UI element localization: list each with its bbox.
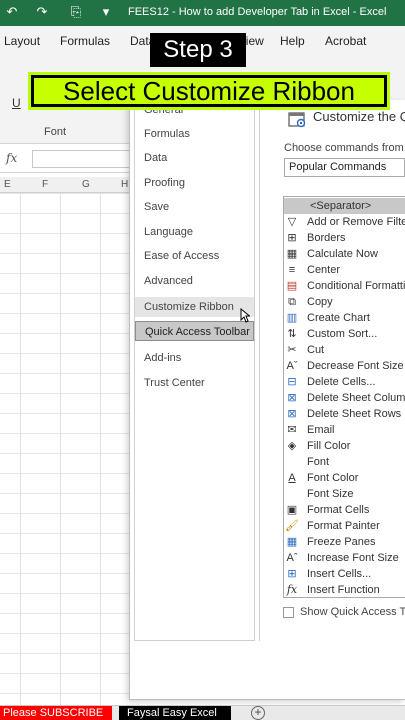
list-item[interactable]: 🖌 Format Painter	[284, 518, 405, 534]
decrease-font-icon: Aˇ	[286, 360, 298, 372]
freeze-panes-icon: ▦	[286, 536, 298, 548]
list-item[interactable]: ▦ Calculate Now	[284, 246, 405, 262]
tab-help[interactable]: Help	[280, 34, 305, 48]
undo-icon[interactable]: ↶	[4, 4, 20, 20]
list-item[interactable]: ▣ Format Cells	[284, 502, 405, 518]
sheet-tab-faysal[interactable]: Faysal Easy Excel	[119, 706, 231, 720]
list-item[interactable]: <Separator>	[284, 198, 405, 214]
list-item[interactable]: Font Size	[284, 486, 405, 502]
customize-qat-panel-icon	[288, 112, 306, 128]
tab-acrobat[interactable]: Acrobat	[325, 34, 366, 48]
list-item[interactable]: ◈ Fill Color	[284, 438, 405, 454]
instruction-text: Select Customize Ribbon	[34, 78, 384, 104]
formula-bar: fx	[0, 145, 130, 173]
nav-advanced[interactable]: Advanced	[135, 271, 254, 291]
align-center-icon: ≡	[288, 264, 296, 276]
function-icon: fx	[286, 583, 298, 596]
options-nav: General Formulas Data Proofing Save Lang…	[134, 100, 255, 641]
list-item[interactable]: ⧉ Copy	[284, 294, 405, 310]
list-item[interactable]: Font	[284, 454, 405, 470]
tab-layout[interactable]: Layout	[4, 34, 40, 48]
scissors-icon: ✂	[287, 344, 297, 356]
column-header[interactable]: G	[82, 179, 90, 190]
form-icon[interactable]: ⎘	[68, 4, 84, 20]
instruction-banner: Select Customize Ribbon	[28, 72, 390, 110]
column-header[interactable]: E	[4, 179, 11, 190]
nav-quick-access-toolbar[interactable]: Quick Access Toolbar	[135, 321, 254, 341]
list-item[interactable]: ⊟ Delete Cells...	[284, 374, 405, 390]
list-item[interactable]: ▽Add or Remove Filters	[284, 214, 405, 230]
nav-formulas[interactable]: Formulas	[135, 124, 254, 144]
customize-qat-icon[interactable]: ▾	[98, 4, 114, 20]
sheet-tab-subscribe[interactable]: Please SUBSCRIBE	[0, 706, 112, 720]
format-cells-icon: ▣	[286, 504, 298, 516]
redo-icon[interactable]: ↷	[34, 4, 50, 20]
list-item[interactable]: ✂ Cut	[284, 342, 405, 358]
font-group-label: Font	[44, 126, 67, 138]
list-item[interactable]: ⊠Delete Sheet Columns	[284, 390, 405, 406]
list-item[interactable]: ⊞ Insert Cells...	[284, 566, 405, 582]
delete-columns-icon: ⊠	[287, 392, 297, 404]
list-item[interactable]: ⇅ Custom Sort...	[284, 326, 405, 342]
list-item[interactable]: ✉ Email	[284, 422, 405, 438]
list-item[interactable]: A Font Color	[284, 470, 405, 486]
worksheet-grid[interactable]	[0, 193, 130, 705]
conditional-format-icon: ▤	[286, 280, 298, 292]
nav-proofing[interactable]: Proofing	[135, 173, 254, 193]
format-painter-icon: 🖌	[285, 520, 299, 532]
commands-list[interactable]: <Separator> ▽Add or Remove Filters ⊞Bord…	[283, 196, 405, 598]
nav-language[interactable]: Language	[135, 222, 254, 242]
delete-cells-icon: ⊟	[287, 376, 297, 388]
copy-icon: ⧉	[288, 296, 296, 308]
list-item[interactable]: ≡ Center	[284, 262, 405, 278]
formula-input[interactable]	[32, 150, 130, 168]
list-item[interactable]: ▦ Freeze Panes	[284, 534, 405, 550]
nav-ease-of-access[interactable]: Ease of Access	[135, 246, 254, 266]
chart-icon: ▥	[286, 312, 298, 324]
show-qat-checkbox[interactable]	[283, 607, 294, 618]
borders-icon: ⊞	[287, 232, 297, 244]
title-bar: ↶ ↷ ⎘ ▾ FEES12 - How to add Developer Ta…	[0, 0, 405, 26]
screen: ↶ ↷ ⎘ ▾ FEES12 - How to add Developer Ta…	[0, 0, 405, 720]
choose-commands-select[interactable]: Popular Commands	[284, 158, 405, 177]
mouse-cursor-icon	[240, 308, 250, 323]
nav-trust-center[interactable]: Trust Center	[135, 373, 254, 393]
add-sheet-button[interactable]: +	[251, 706, 265, 720]
window-title: FEES12 - How to add Developer Tab in Exc…	[128, 6, 387, 18]
list-item[interactable]: Aˆ Increase Font Size	[284, 550, 405, 566]
column-headers: E F G H	[0, 177, 130, 193]
list-item[interactable]: ▥ Create Chart	[284, 310, 405, 326]
column-header[interactable]: H	[121, 179, 128, 190]
delete-rows-icon: ⊠	[287, 408, 297, 420]
nav-save[interactable]: Save	[135, 197, 254, 217]
insert-cells-icon: ⊞	[287, 568, 297, 580]
sort-icon: ⇅	[287, 328, 297, 340]
increase-font-icon: Aˆ	[286, 552, 298, 564]
choose-commands-label: Choose commands from:	[284, 142, 405, 154]
calculator-icon: ▦	[286, 248, 298, 260]
step-label: Step 3	[150, 33, 246, 67]
underline-button[interactable]: U	[12, 96, 21, 110]
column-header[interactable]: F	[42, 179, 48, 190]
fill-color-icon: ◈	[287, 440, 297, 452]
list-item[interactable]: Aˇ Decrease Font Size	[284, 358, 405, 374]
email-icon: ✉	[287, 424, 297, 436]
panel-title: Customize the Qu	[313, 109, 405, 124]
list-item[interactable]: fx Insert Function	[284, 582, 405, 597]
nav-data[interactable]: Data	[135, 148, 254, 168]
tab-formulas[interactable]: Formulas	[60, 34, 110, 48]
funnel-icon: ▽	[287, 216, 297, 228]
list-item[interactable]: ⊠ Delete Sheet Rows	[284, 406, 405, 422]
nav-customize-ribbon[interactable]: Customize Ribbon	[135, 297, 254, 317]
font-color-icon: A	[288, 472, 296, 484]
nav-add-ins[interactable]: Add-ins	[135, 348, 254, 368]
list-item[interactable]: ▤Conditional Formatting	[284, 278, 405, 294]
list-item[interactable]: ⊞ Borders	[284, 230, 405, 246]
insert-function-icon[interactable]: fx	[6, 151, 17, 165]
